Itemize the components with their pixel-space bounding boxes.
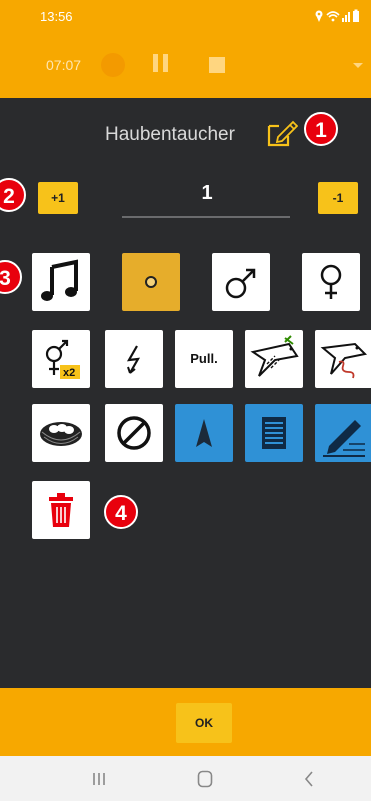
pair-tile[interactable]: x2	[32, 330, 90, 388]
wifi-icon	[326, 11, 340, 22]
song-tile[interactable]	[32, 253, 90, 311]
pull-label: Pull.	[190, 351, 218, 366]
dropdown-arrow-icon[interactable]	[352, 62, 364, 70]
system-nav-bar	[0, 756, 371, 801]
female-symbol-icon	[320, 264, 342, 299]
status-bar: 13:56	[0, 0, 371, 32]
notes-icon	[262, 417, 286, 449]
none-tile[interactable]	[105, 404, 163, 462]
flying-bird-dashed-icon	[250, 335, 299, 377]
ok-button[interactable]: OK	[176, 703, 232, 743]
status-icons	[315, 9, 359, 22]
marker-badge-2: 2	[0, 178, 26, 212]
marker-badge-4: 4	[104, 495, 138, 529]
forbidden-icon	[117, 416, 151, 450]
delete-tile[interactable]	[32, 481, 90, 539]
flash-tile[interactable]	[105, 330, 163, 388]
pause-icon[interactable]	[152, 54, 170, 74]
male-symbol-icon	[225, 268, 256, 299]
status-time: 13:56	[40, 9, 73, 24]
recording-toolbar: 07:07	[0, 32, 371, 98]
music-note-icon	[41, 259, 78, 301]
plain-tile[interactable]	[122, 253, 180, 311]
species-name: Haubentaucher	[105, 124, 235, 145]
trash-icon	[49, 493, 73, 527]
battery-icon	[353, 9, 359, 22]
flying-dash-tile[interactable]	[245, 330, 303, 388]
recording-timer: 07:07	[46, 57, 82, 73]
direction-tile[interactable]	[175, 404, 233, 462]
female-tile[interactable]	[302, 253, 360, 311]
flying-wave-tile[interactable]	[315, 330, 371, 388]
direction-arrow-icon	[196, 419, 212, 447]
stop-icon[interactable]	[208, 56, 226, 74]
record-icon[interactable]	[100, 52, 126, 78]
increment-button[interactable]: +1	[38, 182, 78, 214]
marker-badge-3: 3	[0, 260, 22, 294]
recent-apps-icon[interactable]	[92, 772, 106, 786]
location-icon	[315, 10, 323, 22]
pen-icon	[323, 420, 365, 457]
circle-icon	[145, 276, 157, 288]
count-underline	[122, 216, 290, 218]
signal-icon	[342, 12, 350, 22]
home-icon[interactable]	[197, 770, 213, 788]
flying-bird-wavy-icon	[320, 342, 368, 379]
pair-multiplier: x2	[63, 367, 76, 379]
marker-badge-1: 1	[304, 112, 338, 146]
back-icon[interactable]	[304, 771, 314, 787]
pull-tile[interactable]: Pull.	[175, 330, 233, 388]
lightning-icon	[126, 345, 141, 374]
write-tile[interactable]	[315, 404, 371, 462]
decrement-button[interactable]: -1	[318, 182, 358, 214]
notes-tile[interactable]	[245, 404, 303, 462]
edit-icon[interactable]	[266, 118, 298, 148]
count-value[interactable]: 1	[124, 182, 290, 205]
pair-symbol-icon	[45, 339, 80, 379]
main-panel: Haubentaucher 1 2 +1 1 -1 3 x2 Pull. 4	[0, 98, 371, 688]
bottom-action-bar: OK	[0, 688, 371, 756]
nest-icon	[40, 422, 82, 446]
male-tile[interactable]	[212, 253, 270, 311]
nest-tile[interactable]	[32, 404, 90, 462]
